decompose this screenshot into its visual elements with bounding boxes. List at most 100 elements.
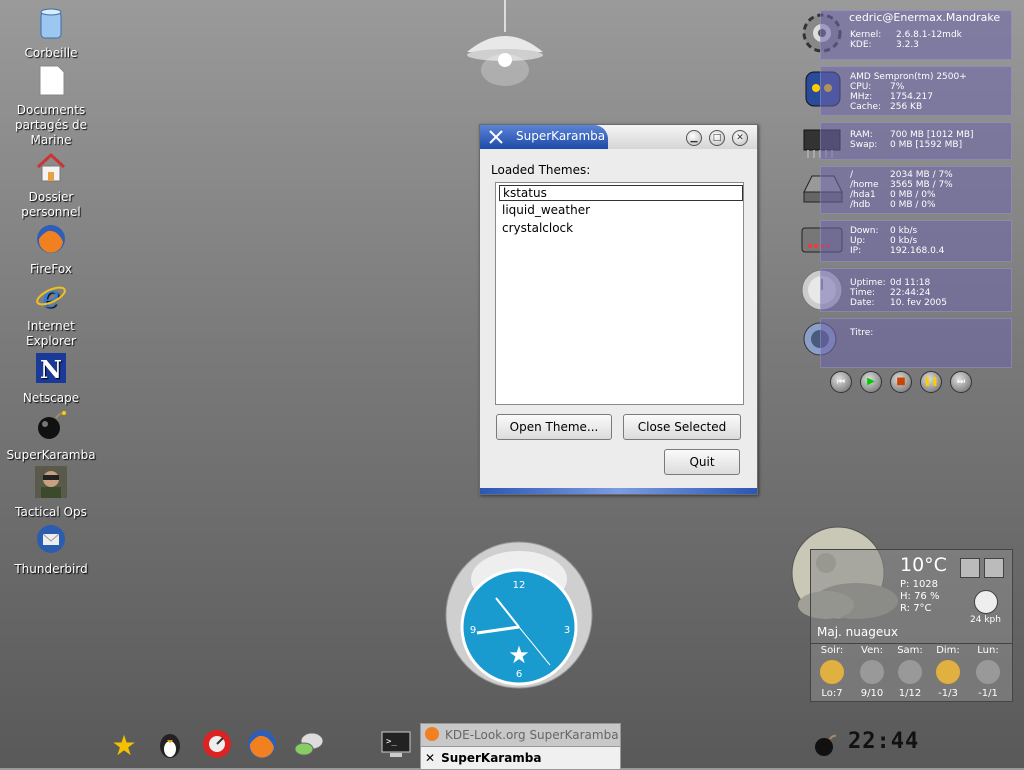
bomb-tray-icon[interactable] (812, 732, 838, 758)
desktop-icon-label: Internet Explorer (26, 319, 76, 348)
pause-icon: ❚❚ (923, 377, 939, 387)
cloud-icon (860, 660, 884, 684)
date-key: Date: (850, 298, 875, 308)
firefox-icon (425, 727, 439, 741)
minimize-button[interactable]: ▁ (686, 130, 702, 146)
time-key: Time: (850, 288, 876, 298)
forecast-day: Dim: -1/3 (929, 645, 967, 699)
taskbar-item-label: KDE-Look.org SuperKaramba (445, 728, 619, 742)
list-item[interactable]: kstatus (499, 185, 743, 201)
title-tab: SuperKaramba (480, 125, 608, 149)
chat-launcher-icon[interactable] (292, 728, 324, 760)
cache-key: Cache: (850, 102, 882, 112)
taskbar-item-kde-look[interactable]: KDE-Look.org SuperKaramba (420, 723, 621, 747)
taskbar-item-label: SuperKaramba (441, 751, 542, 765)
penguin-launcher-icon[interactable] (154, 728, 186, 760)
weather-widget: 10°C P: 1028 H: 76 % R: 7°C 24 kph Maj. … (810, 549, 1013, 702)
prev-button[interactable]: ⏮ (830, 371, 852, 393)
kernel-value: 2.6.8.1-12mdk (896, 30, 962, 40)
terminal-launcher-icon[interactable]: >_ (380, 728, 412, 760)
desktop-icon-label: SuperKaramba (6, 448, 96, 462)
superkaramba-window: SuperKaramba ▁ □ ✕ Loaded Themes: kstatu… (479, 124, 758, 495)
trash-icon (40, 8, 62, 39)
ram-panel: RAM: 700 MB [1012 MB] Swap: 0 MB [1592 MB] (820, 122, 1012, 160)
close-selected-button[interactable]: Close Selected (623, 414, 741, 440)
close-button[interactable]: ✕ (732, 130, 748, 146)
weather-settings-button[interactable] (960, 558, 980, 578)
up-value: 0 kb/s (890, 236, 918, 246)
wind-icon (974, 590, 998, 614)
mhz-value: 1754.217 (890, 92, 933, 102)
fs-value: 2034 MB / 7% (890, 170, 953, 180)
cloud-icon (976, 660, 1000, 684)
svg-text:N: N (40, 355, 62, 384)
uptime-key: Uptime: (850, 278, 886, 288)
weather-condition: Maj. nuageux (817, 625, 898, 639)
forecast-day: Sam: 1/12 (891, 645, 929, 699)
ram-key: RAM: (850, 130, 873, 140)
cpu-panel: AMD Sempron(tm) 2500+ CPU: 7% MHz: 1754.21… (820, 66, 1012, 116)
forecast-day-label: Dim: (936, 645, 960, 656)
sun-icon (936, 660, 960, 684)
forecast-day-label: Sam: (897, 645, 923, 656)
desktop-icon-thunderbird[interactable]: Thunderbird (6, 522, 96, 577)
fs-value: 3565 MB / 7% (890, 180, 953, 190)
maximize-button[interactable]: □ (709, 130, 725, 146)
weather-pressure: P: 1028 (900, 579, 939, 590)
desktop-icon-label: FireFox (30, 262, 72, 276)
thunderbird-icon (37, 525, 65, 553)
window-titlebar[interactable]: SuperKaramba ▁ □ ✕ (480, 125, 757, 149)
desktop-icon-label: Corbeille (24, 46, 78, 60)
fs-key: /home (850, 180, 879, 190)
cache-value: 256 KB (890, 102, 923, 112)
open-theme-button[interactable]: Open Theme... (496, 414, 612, 440)
star-launcher-icon[interactable]: ★ (108, 728, 140, 760)
desktop-icon-label: Netscape (22, 391, 80, 405)
time-value: 22:44:24 (890, 288, 931, 298)
weather-dewpoint: R: 7°C (900, 603, 932, 614)
lifebuoy-launcher-icon[interactable] (201, 728, 233, 760)
play-button[interactable]: ▶ (860, 371, 882, 393)
desktop-icon-netscape[interactable]: N Netscape (6, 351, 96, 406)
x-logo-icon: ✕ (425, 751, 436, 765)
pause-button[interactable]: ❚❚ (920, 371, 942, 393)
taskbar-item-superkaramba[interactable]: ✕ SuperKaramba (420, 746, 621, 770)
netscape-icon: N (36, 353, 66, 384)
disk-panel: / 2034 MB / 7% /home 3565 MB / 7% /hda1 0 M… (820, 166, 1012, 214)
loaded-themes-label: Loaded Themes: (491, 163, 591, 177)
desktop-icon-ie[interactable]: e Internet Explorer (6, 279, 96, 349)
fs-key: /hdb (850, 200, 871, 210)
desktop-icon-tactical-ops[interactable]: Tactical Ops (6, 465, 96, 520)
desktop-icon-dossier[interactable]: Dossier personnel (6, 150, 96, 220)
svg-text:>_: >_ (386, 737, 397, 747)
kernel-panel: cedric@Enermax.Mandrake Kernel: 2.6.8.1-1… (820, 10, 1012, 60)
desktop-icon-superkaramba[interactable]: SuperKaramba (6, 408, 96, 463)
clock-numeral: 3 (564, 625, 570, 636)
desktop-icon-firefox[interactable]: FireFox (6, 222, 96, 277)
svg-text:e: e (42, 280, 60, 313)
list-item[interactable]: liquid_weather (499, 203, 593, 217)
kernel-key: Kernel: (850, 30, 882, 40)
crystal-clock: 12 3 6 9 ★ (445, 541, 593, 689)
forecast-day-label: Lun: (977, 645, 999, 656)
next-button[interactable]: ⏭ (950, 371, 972, 393)
ceiling-lamp (467, 0, 543, 86)
desktop-icon-documents[interactable]: Documents partagés de Marine (6, 63, 96, 148)
forecast-temp: -1/1 (978, 688, 998, 699)
bomb-icon (38, 411, 66, 439)
user-host: cedric@Enermax.Mandrake (849, 11, 1001, 24)
desktop-icon-corbeille[interactable]: Corbeille (6, 6, 96, 61)
quit-button[interactable]: Quit (664, 449, 740, 475)
stop-button[interactable]: ■ (890, 371, 912, 393)
down-key: Down: (850, 226, 879, 236)
down-value: 0 kb/s (890, 226, 918, 236)
firefox-launcher-icon[interactable] (246, 728, 278, 760)
list-item[interactable]: crystalclock (499, 221, 576, 235)
star-icon: ★ (508, 641, 530, 669)
themes-list[interactable]: kstatus liquid_weather crystalclock (495, 182, 744, 405)
taskbar-clock[interactable]: 22:44 (848, 729, 919, 754)
weather-temp: 10°C (900, 554, 947, 576)
clock-numeral: 9 (470, 625, 476, 636)
weather-refresh-button[interactable] (984, 558, 1004, 578)
weather-humidity: H: 76 % (900, 591, 940, 602)
